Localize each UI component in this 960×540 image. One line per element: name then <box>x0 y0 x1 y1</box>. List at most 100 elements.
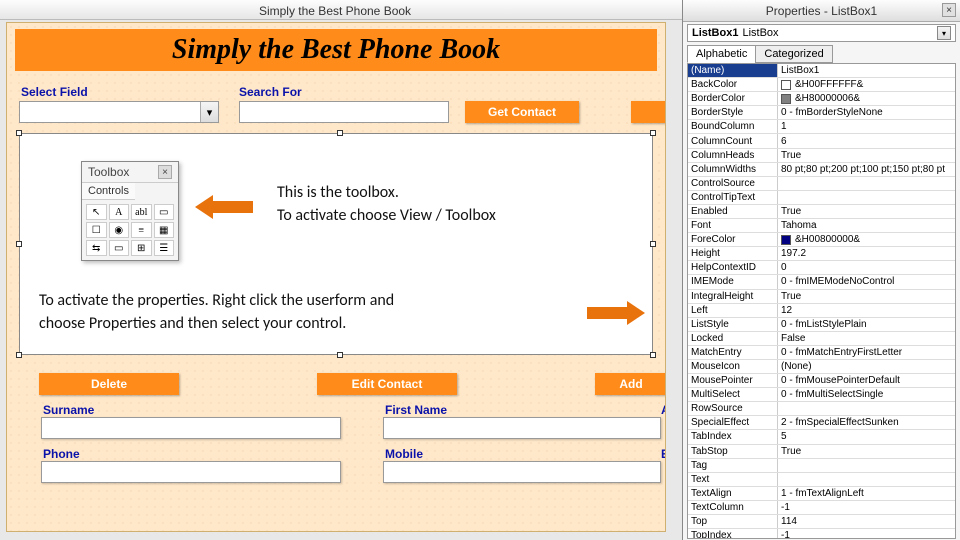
chevron-down-icon[interactable]: ▾ <box>200 102 218 122</box>
mobile-input[interactable] <box>383 461 661 483</box>
property-value[interactable]: -1 <box>778 501 955 514</box>
property-value[interactable]: 0 - fmMultiSelectSingle <box>778 388 955 401</box>
toolbox-tool[interactable]: ⊞ <box>131 240 152 256</box>
property-row[interactable]: TabIndex5 <box>688 430 955 444</box>
property-row[interactable]: MatchEntry0 - fmMatchEntryFirstLetter <box>688 346 955 360</box>
toolbox-tool[interactable]: ▭ <box>109 240 130 256</box>
property-value[interactable]: 0 - fmBorderStyleNone <box>778 106 955 119</box>
property-value[interactable] <box>778 177 955 190</box>
resize-handle[interactable] <box>16 241 22 247</box>
property-row[interactable]: TabStopTrue <box>688 445 955 459</box>
add-button[interactable]: Add <box>595 373 666 395</box>
toolbox-tool[interactable]: ◉ <box>109 222 130 238</box>
resize-handle[interactable] <box>16 352 22 358</box>
chevron-down-icon[interactable]: ▾ <box>937 26 951 40</box>
property-value[interactable]: True <box>778 149 955 162</box>
property-row[interactable]: ForeColor&H00800000& <box>688 233 955 247</box>
property-value[interactable]: 0 - fmIMEModeNoControl <box>778 275 955 288</box>
property-value[interactable] <box>778 191 955 204</box>
tab-alphabetic[interactable]: Alphabetic <box>687 45 756 63</box>
toolbox-tool[interactable]: ≡ <box>131 222 152 238</box>
resize-handle[interactable] <box>650 241 656 247</box>
properties-close-icon[interactable]: × <box>942 3 956 17</box>
search-input[interactable] <box>239 101 449 123</box>
resize-handle[interactable] <box>16 130 22 136</box>
property-row[interactable]: SpecialEffect2 - fmSpecialEffectSunken <box>688 416 955 430</box>
select-field-combo[interactable]: ▾ <box>19 101 219 123</box>
property-row[interactable]: Tag <box>688 459 955 473</box>
property-row[interactable]: HelpContextID0 <box>688 261 955 275</box>
property-row[interactable]: TextAlign1 - fmTextAlignLeft <box>688 487 955 501</box>
property-value[interactable]: 12 <box>778 304 955 317</box>
property-row[interactable]: Text <box>688 473 955 487</box>
property-value[interactable]: 0 - fmMousePointerDefault <box>778 374 955 387</box>
tab-categorized[interactable]: Categorized <box>755 45 832 63</box>
toolbox-title[interactable]: Toolbox × <box>82 162 178 183</box>
property-value[interactable]: &H00800000& <box>778 233 955 246</box>
property-value[interactable]: 80 pt;80 pt;200 pt;100 pt;150 pt;80 pt <box>778 163 955 176</box>
property-row[interactable]: MultiSelect0 - fmMultiSelectSingle <box>688 388 955 402</box>
property-value[interactable]: (None) <box>778 360 955 373</box>
property-row[interactable]: TextColumn-1 <box>688 501 955 515</box>
properties-object-selector[interactable]: ListBox1 ListBox ▾ <box>687 24 956 42</box>
property-row[interactable]: BackColor&H00FFFFFF& <box>688 78 955 92</box>
properties-title[interactable]: Properties - ListBox1 × <box>683 0 960 22</box>
property-value[interactable]: 6 <box>778 134 955 147</box>
property-value[interactable]: 114 <box>778 515 955 528</box>
property-row[interactable]: RowSource <box>688 402 955 416</box>
property-row[interactable]: ColumnHeadsTrue <box>688 149 955 163</box>
resize-handle[interactable] <box>337 352 343 358</box>
property-row[interactable]: BorderColor&H80000006& <box>688 92 955 106</box>
properties-grid[interactable]: (Name)ListBox1BackColor&H00FFFFFF&Border… <box>687 63 956 539</box>
delete-button[interactable]: Delete <box>39 373 179 395</box>
property-value[interactable]: 2 - fmSpecialEffectSunken <box>778 416 955 429</box>
property-row[interactable]: (Name)ListBox1 <box>688 64 955 78</box>
property-row[interactable]: ListStyle0 - fmListStylePlain <box>688 318 955 332</box>
property-row[interactable]: BoundColumn1 <box>688 120 955 134</box>
toolbox-tool[interactable]: ⇆ <box>86 240 107 256</box>
property-value[interactable]: 0 - fmListStylePlain <box>778 318 955 331</box>
property-row[interactable]: BorderStyle0 - fmBorderStyleNone <box>688 106 955 120</box>
property-row[interactable]: IMEMode0 - fmIMEModeNoControl <box>688 275 955 289</box>
get-contact-button[interactable]: Get Contact <box>465 101 579 123</box>
property-row[interactable]: Left12 <box>688 304 955 318</box>
property-value[interactable]: -1 <box>778 529 955 539</box>
property-row[interactable]: MouseIcon(None) <box>688 360 955 374</box>
property-row[interactable]: IntegralHeightTrue <box>688 290 955 304</box>
toolbox-tool[interactable]: ▦ <box>154 222 175 238</box>
property-value[interactable] <box>778 402 955 415</box>
property-value[interactable]: False <box>778 332 955 345</box>
property-value[interactable]: 197.2 <box>778 247 955 260</box>
toolbox-tool[interactable]: abl <box>131 204 152 220</box>
property-row[interactable]: ControlTipText <box>688 191 955 205</box>
toolbox-tool[interactable]: ☰ <box>154 240 175 256</box>
toolbox-close-icon[interactable]: × <box>158 165 172 179</box>
property-value[interactable]: ListBox1 <box>778 64 955 77</box>
resize-handle[interactable] <box>650 130 656 136</box>
property-value[interactable]: Tahoma <box>778 219 955 232</box>
property-row[interactable]: ControlSource <box>688 177 955 191</box>
toolbox-panel[interactable]: Toolbox × Controls ↖Aabl▭☐◉≡▦⇆▭⊞☰ <box>81 161 179 261</box>
property-row[interactable]: ColumnWidths80 pt;80 pt;200 pt;100 pt;15… <box>688 163 955 177</box>
property-value[interactable]: 1 - fmTextAlignLeft <box>778 487 955 500</box>
property-row[interactable]: ColumnCount6 <box>688 134 955 148</box>
toolbox-tool[interactable]: ↖ <box>86 204 107 220</box>
property-value[interactable]: 0 <box>778 261 955 274</box>
property-value[interactable]: True <box>778 290 955 303</box>
property-value[interactable]: 0 - fmMatchEntryFirstLetter <box>778 346 955 359</box>
toolbox-tool[interactable]: A <box>109 204 130 220</box>
resize-handle[interactable] <box>650 352 656 358</box>
property-row[interactable]: Top114 <box>688 515 955 529</box>
toolbox-tool[interactable]: ☐ <box>86 222 107 238</box>
property-value[interactable]: &H80000006& <box>778 92 955 105</box>
property-row[interactable]: LockedFalse <box>688 332 955 346</box>
property-value[interactable]: 1 <box>778 120 955 133</box>
property-value[interactable]: &H00FFFFFF& <box>778 78 955 91</box>
phone-input[interactable] <box>41 461 341 483</box>
property-row[interactable]: EnabledTrue <box>688 205 955 219</box>
resize-handle[interactable] <box>337 130 343 136</box>
property-value[interactable]: 5 <box>778 430 955 443</box>
property-value[interactable]: True <box>778 445 955 458</box>
property-value[interactable] <box>778 459 955 472</box>
property-row[interactable]: Height197.2 <box>688 247 955 261</box>
